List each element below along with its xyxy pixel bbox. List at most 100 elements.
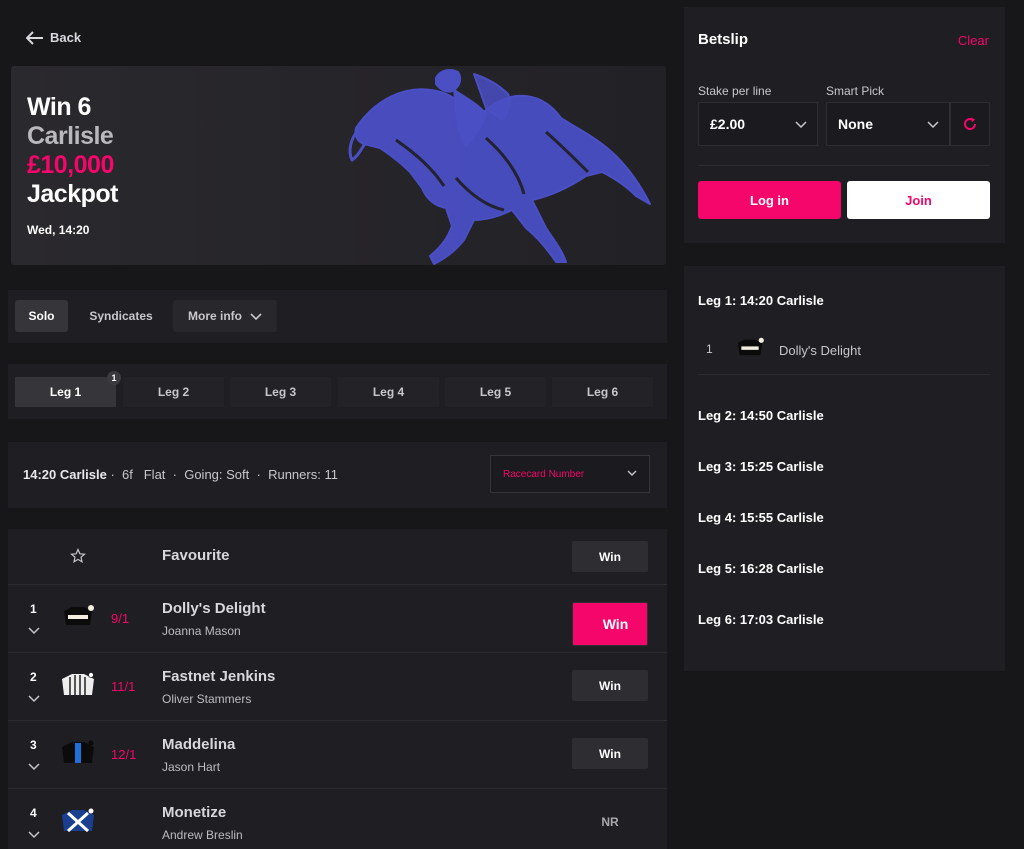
jockey-silk-icon	[737, 337, 764, 356]
runner-jockey: Jason Hart	[162, 760, 221, 774]
tab-leg-5[interactable]: Leg 5	[445, 377, 546, 407]
tab-leg-1[interactable]: Leg 1 1	[15, 371, 121, 407]
runner-name: Monetize	[162, 804, 227, 821]
separator: ·	[110, 467, 115, 482]
leg-summary-title: Leg 1: 14:20 Carlisle	[698, 293, 824, 308]
leg-tabs: Leg 1 1 Leg 2 Leg 3 Leg 4 Leg 5 Leg 6	[8, 364, 667, 419]
race-going: Going: Soft	[184, 467, 250, 482]
mode-tabs: Solo Syndicates More info	[8, 290, 667, 343]
runner-jockey: Oliver Stammers	[162, 692, 252, 706]
back-label: Back	[50, 30, 82, 45]
tab-leg-label: Leg 5	[479, 385, 512, 399]
hero-title-line4: Jackpot	[27, 180, 118, 208]
non-runner-label: NR	[601, 815, 619, 829]
runner-name: Fastnet Jenkins	[162, 668, 276, 685]
favourite-row: Favourite Win	[8, 529, 667, 585]
tab-leg-2[interactable]: Leg 2	[123, 377, 224, 407]
chevron-down-icon[interactable]	[28, 695, 40, 703]
runners-table: Favourite Win 1 9/1 Dolly's Delight Joan…	[8, 529, 667, 849]
runner-win-button[interactable]: Win	[572, 738, 648, 769]
tab-leg-label: Leg 6	[586, 385, 619, 399]
leg-summary-title: Leg 4: 15:55 Carlisle	[698, 510, 824, 525]
runner-win-button[interactable]: Win	[572, 602, 648, 646]
separator: ·	[172, 467, 177, 482]
jockey-silk-icon	[62, 672, 94, 695]
stake-value: £2.00	[710, 116, 746, 132]
race-distance: 6f	[122, 467, 133, 482]
tab-syndicates[interactable]: Syndicates	[74, 300, 168, 332]
runner-jockey: Andrew Breslin	[162, 828, 243, 842]
runner-jockey: Joanna Mason	[162, 624, 241, 638]
login-label: Log in	[750, 192, 789, 208]
hero-title-course: Carlisle	[27, 122, 114, 150]
win-label: Win	[599, 678, 621, 693]
runner-name: Maddelina	[162, 736, 236, 753]
refresh-icon	[964, 117, 977, 130]
favourite-win-button[interactable]: Win	[572, 541, 648, 572]
runner-odds: 12/1	[111, 747, 137, 762]
more-info-label: More info	[188, 309, 242, 323]
chevron-down-icon[interactable]	[28, 763, 40, 771]
chevron-down-icon	[927, 121, 939, 129]
divider	[698, 165, 990, 166]
win-label: Win	[599, 746, 621, 761]
tab-leg-label: Leg 4	[372, 385, 405, 399]
runner-row: 4 Monetize Andrew Breslin NR	[8, 789, 667, 849]
tab-solo[interactable]: Solo	[15, 300, 68, 332]
smart-pick-value: None	[838, 116, 873, 132]
race-type: Flat	[143, 467, 166, 482]
join-button[interactable]: Join	[847, 181, 990, 219]
runner-odds: 9/1	[111, 611, 130, 626]
refresh-button[interactable]	[950, 102, 990, 146]
tab-leg-label: Leg 2	[157, 385, 190, 399]
login-button[interactable]: Log in	[698, 181, 841, 219]
favourite-label: Favourite	[162, 547, 230, 564]
leg-selection-count-badge: 1	[107, 371, 121, 385]
jockey-silk-icon	[62, 740, 94, 763]
leg-summary-title: Leg 5: 16:28 Carlisle	[698, 561, 824, 576]
runner-win-button[interactable]: Win	[572, 670, 648, 701]
tab-leg-3[interactable]: Leg 3	[230, 377, 331, 407]
jockey-silk-icon	[64, 605, 94, 625]
jockey-silk-icon	[62, 808, 94, 833]
runner-number: 4	[30, 806, 37, 820]
leg-selection-item: 1 Dolly's Delight	[698, 334, 990, 375]
hero-banner: Win 6 Carlisle £10,000 Jackpot Wed, 14:2…	[11, 66, 666, 265]
runner-number: 3	[30, 738, 37, 752]
runner-row: 2 11/1 Fastnet Jenkins Oliver Stammers W…	[8, 653, 667, 721]
arrow-left-icon	[26, 30, 43, 45]
tab-solo-label: Solo	[28, 309, 55, 323]
runner-number: 2	[30, 670, 37, 684]
clear-button[interactable]: Clear	[958, 33, 989, 48]
chevron-down-icon[interactable]	[28, 831, 40, 839]
tab-leg-6[interactable]: Leg 6	[552, 377, 653, 407]
hero-title-amount: £10,000	[27, 151, 114, 179]
tab-syndicates-label: Syndicates	[89, 309, 153, 323]
tab-leg-4[interactable]: Leg 4	[338, 377, 439, 407]
leg-summary-title: Leg 6: 17:03 Carlisle	[698, 612, 824, 627]
chevron-down-icon[interactable]	[28, 627, 40, 635]
hero-title: Win 6 Carlisle £10,000 Jackpot	[27, 93, 118, 209]
join-label: Join	[905, 192, 932, 208]
back-link[interactable]: Back	[26, 30, 81, 45]
leg-summary-panel: Leg 1: 14:20 Carlisle 1 Dolly's Delight …	[684, 266, 1005, 671]
chevron-down-icon	[627, 470, 637, 476]
sort-select[interactable]: Racecard Number	[490, 455, 650, 493]
runner-name: Dolly's Delight	[162, 600, 266, 617]
more-info-dropdown[interactable]: More info	[173, 300, 277, 332]
smart-pick-select[interactable]: None	[826, 102, 950, 146]
race-info-bar: 14:20 Carlisle · 6f Flat · Going: Soft ·…	[8, 442, 667, 508]
chevron-down-icon	[250, 313, 262, 321]
stake-select[interactable]: £2.00	[698, 102, 818, 146]
hero-title-line1: Win 6	[27, 93, 91, 121]
selection-number: 1	[706, 342, 713, 356]
tab-leg-label: Leg 3	[264, 385, 297, 399]
horse-illustration	[348, 69, 651, 265]
runner-number: 1	[30, 602, 37, 616]
stake-label: Stake per line	[698, 84, 772, 98]
smart-pick-label: Smart Pick	[826, 84, 885, 98]
sort-select-value: Racecard Number	[503, 468, 585, 480]
star-icon[interactable]	[70, 548, 86, 564]
runner-row: 3 12/1 Maddelina Jason Hart Win	[8, 721, 667, 789]
hero-race-time: Wed, 14:20	[27, 223, 90, 237]
